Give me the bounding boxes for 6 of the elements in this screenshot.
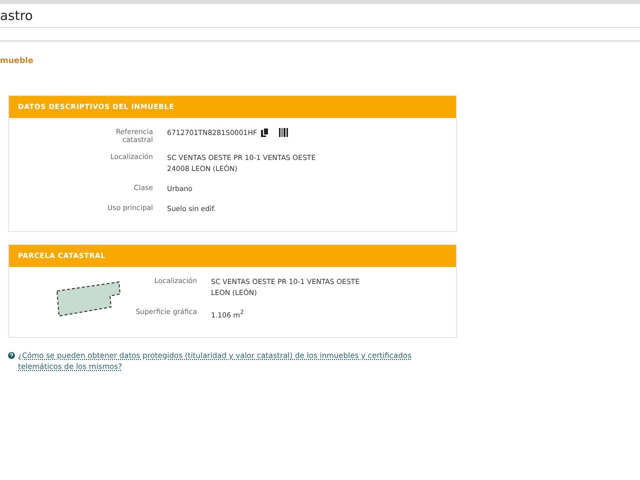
copy-icon[interactable]	[261, 128, 270, 137]
barcode-icon[interactable]	[279, 128, 288, 137]
page-title: astro	[0, 6, 640, 28]
section-title: mueble	[0, 56, 34, 65]
parcel-drawing	[56, 281, 122, 318]
help-icon	[8, 352, 15, 360]
